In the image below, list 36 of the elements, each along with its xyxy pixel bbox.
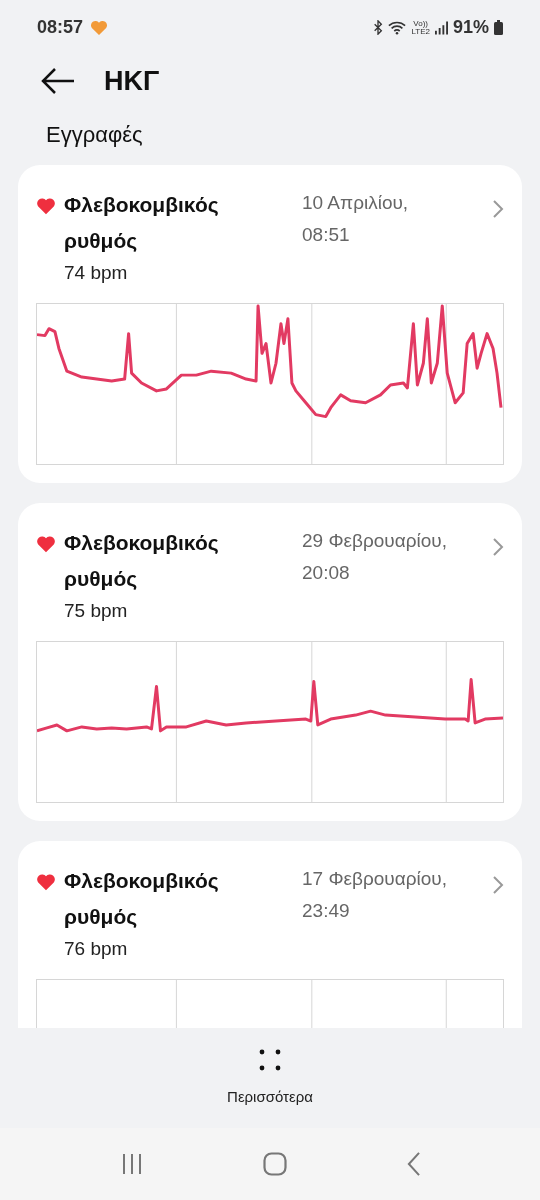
chevron-right-icon [492,199,504,219]
record-date: 17 Φεβρουαρίου, [302,867,447,891]
record-card[interactable]: Φλεβοκομβικός ρυθμός 74 bpm 10 Απριλίου, 08:51 [18,165,522,483]
more-button[interactable]: Περισσότερα [227,1047,313,1109]
heart-icon [90,19,109,36]
volte-label: Vo)) [413,19,429,28]
record-time: 20:08 [302,561,351,585]
bpm-value: 75 bpm [64,599,129,623]
page-title: ΗΚΓ [104,64,160,98]
record-card[interactable]: Φλεβοκομβικός ρυθμός 76 bpm 17 Φεβρουαρίου, 23:49 [18,841,522,1028]
lte-label: LTE2 [411,27,430,36]
chevron-right-icon [492,537,504,557]
heart-icon [36,873,56,891]
section-title: Εγγραφές [46,121,143,149]
bluetooth-icon [373,20,384,35]
battery-icon [494,20,503,35]
heart-icon [36,535,56,553]
wifi-icon [388,20,407,35]
status-time: 08:57 [37,16,84,39]
record-title: Φλεβοκομβικός ρυθμός [64,530,220,592]
dots-grid-icon [258,1047,282,1072]
record-date: 10 Απριλίου, [302,191,409,215]
home-icon[interactable] [262,1152,287,1176]
back-icon[interactable] [405,1152,421,1176]
bpm-value: 76 bpm [64,937,129,961]
record-time: 23:49 [302,899,351,923]
bpm-value: 74 bpm [64,261,129,285]
record-time: 08:51 [302,223,351,247]
signal-icon [434,20,448,35]
record-title: Φλεβοκομβικός ρυθμός [64,868,220,930]
heart-icon [36,197,56,215]
battery-percent: 91% [452,16,489,39]
record-title: Φλεβοκομβικός ρυθμός [64,192,220,254]
record-date: 29 Φεβρουαρίου, [302,529,447,553]
record-card[interactable]: Φλεβοκομβικός ρυθμός 75 bpm 29 Φεβρουαρίου, 20:08 [18,503,522,821]
chevron-right-icon [492,875,504,895]
